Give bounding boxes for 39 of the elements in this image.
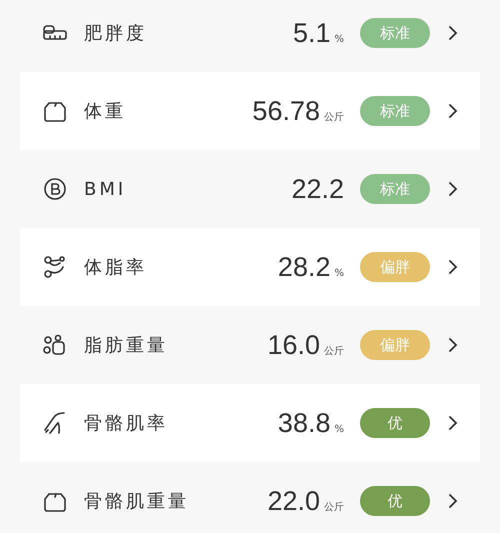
unit-label: 公斤	[324, 110, 344, 124]
metric-value: 22.2	[291, 174, 344, 204]
metric-row[interactable]: 体脂率 28.2% 偏胖	[20, 228, 480, 306]
unit-label: 公斤	[324, 500, 344, 514]
metric-value: 22.0	[267, 486, 320, 516]
status-badge: 偏胖	[360, 252, 430, 282]
chevron-right-icon	[448, 103, 458, 119]
metric-value: 28.2	[278, 252, 330, 282]
status-badge: 标准	[360, 96, 430, 126]
metric-label: 骨骼肌率	[84, 412, 169, 435]
unit-label: 公斤	[324, 344, 344, 358]
bmi-icon	[42, 176, 68, 202]
chevron-right-icon	[448, 181, 458, 197]
unit-label: %	[334, 34, 344, 44]
metric-label: 体重	[84, 100, 127, 123]
unit-label: %	[334, 424, 344, 434]
status-badge: 偏胖	[360, 330, 430, 360]
status-badge: 优	[360, 408, 430, 438]
chevron-right-icon	[448, 415, 458, 431]
metric-value: 56.78	[252, 96, 320, 126]
status-badge: 标准	[360, 174, 430, 204]
fat-weight-icon	[42, 332, 68, 358]
metric-value: 38.8	[278, 408, 330, 438]
chevron-right-icon	[448, 259, 458, 275]
metric-row[interactable]: 骨骼肌率 38.8% 优	[20, 384, 480, 462]
metric-label: 体脂率	[84, 256, 148, 279]
metric-label: 脂肪重量	[84, 334, 169, 357]
chevron-right-icon	[448, 25, 458, 41]
status-badge: 优	[360, 486, 430, 516]
metric-value: 16.0	[267, 330, 320, 360]
chevron-right-icon	[448, 493, 458, 509]
metric-row[interactable]: 体重 56.78 公斤 标准	[20, 72, 480, 150]
metric-label: 肥胖度	[84, 22, 148, 45]
metric-label: 骨骼肌重量	[84, 490, 190, 513]
status-badge: 标准	[360, 18, 430, 48]
metric-label: BMI	[84, 178, 128, 200]
chevron-right-icon	[448, 337, 458, 353]
metric-value: 5.1	[292, 18, 330, 48]
unit-label: %	[334, 268, 344, 278]
